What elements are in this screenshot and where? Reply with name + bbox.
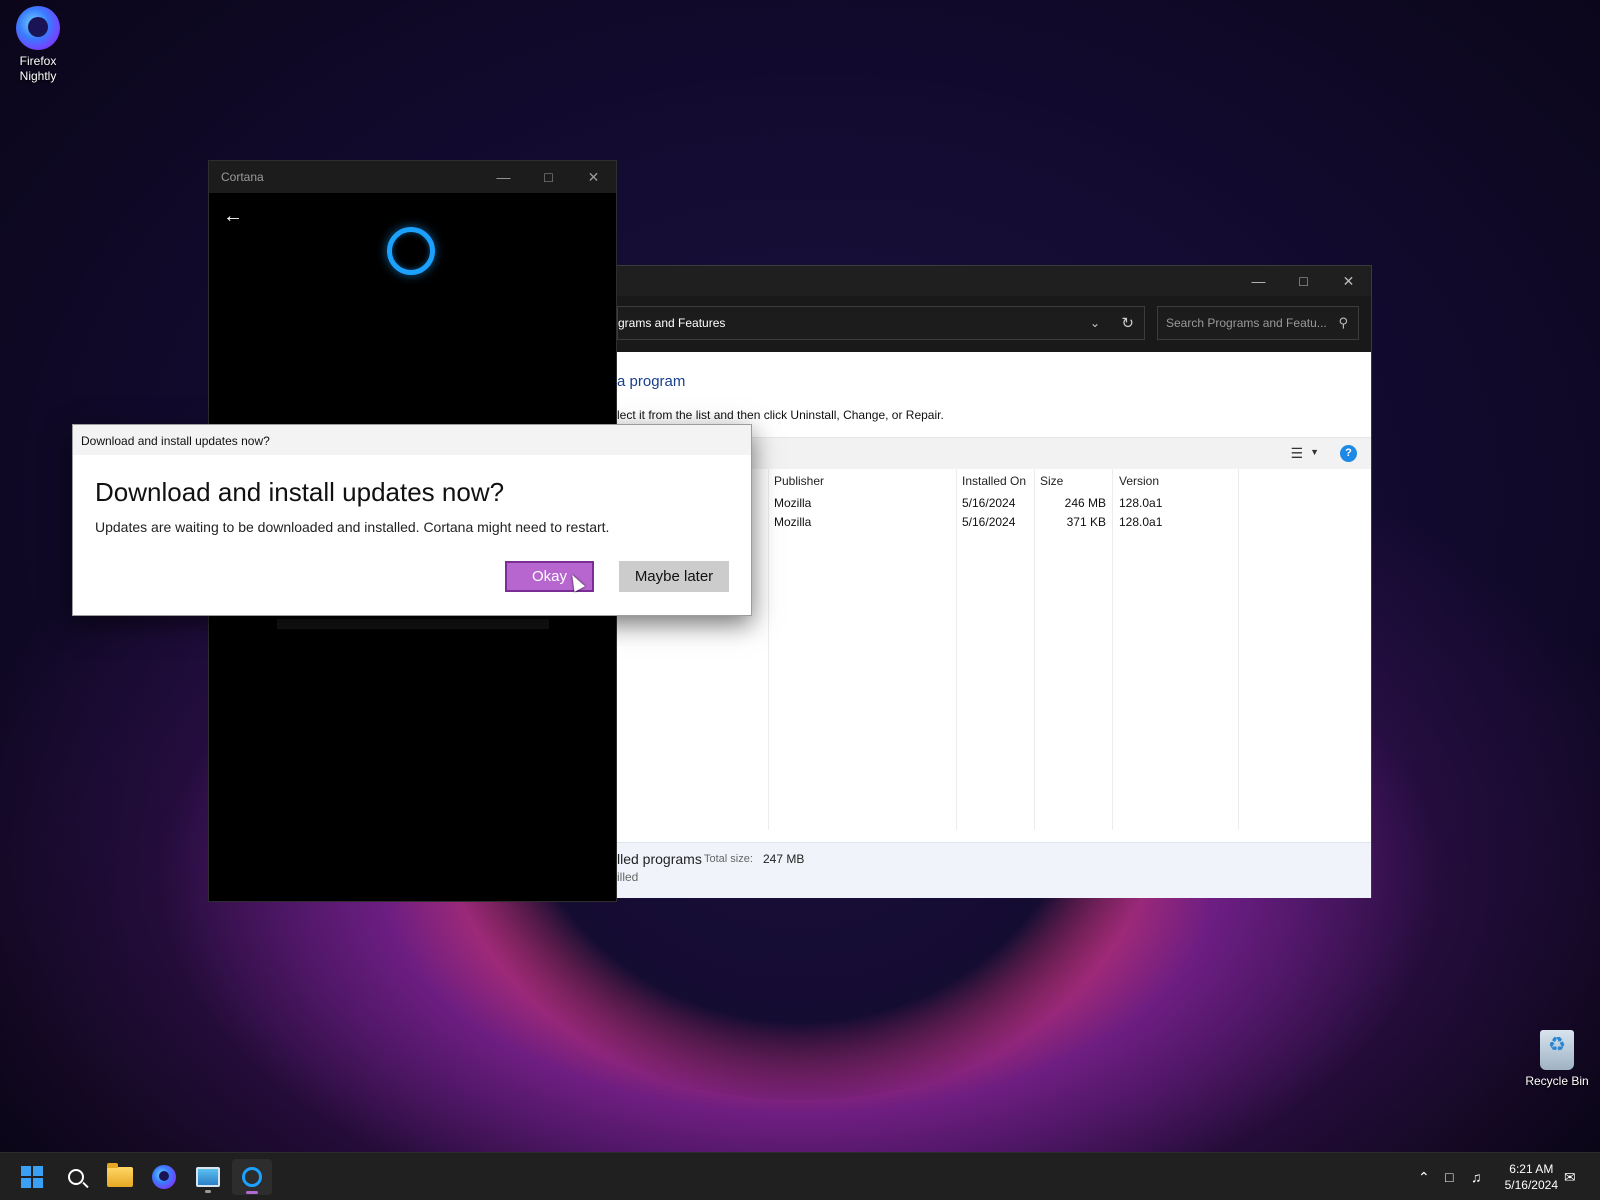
notification-center-button[interactable]: ✉ [1564,1153,1576,1200]
back-arrow-icon[interactable]: ← [223,205,243,228]
taskbar-clock[interactable]: 6:21 AM 5/16/2024 [1505,1161,1558,1193]
desktop-icon-label: Firefox Nightly [19,54,57,83]
update-dialog: Download and install updates now? Downlo… [72,424,752,616]
control-panel-icon [196,1167,220,1187]
column-header-size[interactable]: Size [1040,474,1063,488]
total-size-label: Total size: [704,853,753,865]
taskbar: ⌃ □ ♫ 6:21 AM 5/16/2024 ✉ [0,1152,1600,1200]
view-dropdown-icon[interactable]: ▼ [1310,447,1319,457]
taskbar-firefox-nightly[interactable] [144,1159,184,1195]
cortana-content-bar [277,619,549,629]
cell-publisher: Mozilla [774,496,812,510]
minimize-icon[interactable]: — [481,169,526,186]
taskbar-cortana[interactable] [232,1159,272,1195]
taskbar-control-panel[interactable] [188,1159,228,1195]
maybe-later-button[interactable]: Maybe later [619,561,729,592]
cortana-icon [242,1167,262,1187]
volume-status[interactable]: ♫ [1471,1153,1482,1200]
search-placeholder: Search Programs and Featu... [1166,316,1327,330]
running-indicator [205,1190,211,1193]
address-bar-area: grams and Features ⌄ ↻ Search Programs a… [617,296,1371,352]
windows-logo-icon [21,1166,43,1188]
cell-version: 128.0a1 [1119,515,1163,529]
installed-programs-label: lled programs [617,851,702,867]
window-title: Cortana [221,170,264,184]
clock-date: 5/16/2024 [1504,1178,1558,1192]
column-header-installed-on[interactable]: Installed On [962,474,1026,488]
desktop-icon-label: Recycle Bin [1525,1074,1589,1088]
window-titlebar: — □ ✕ [617,266,1371,296]
cell-installed-on: 5/16/2024 [962,496,1016,510]
notification-icon: ✉ [1564,1168,1576,1185]
cell-size: 246 MB [1064,496,1106,510]
search-icon [68,1169,84,1185]
clock-time: 6:21 AM [1509,1162,1554,1176]
column-divider [768,469,769,830]
desktop-icon-firefox-nightly[interactable]: Firefox Nightly [10,6,66,84]
cortana-ring-icon [387,227,435,275]
volume-muted-icon: ♫ [1471,1169,1482,1185]
firefox-nightly-icon [152,1165,176,1189]
column-header-version[interactable]: Version [1119,474,1159,488]
folder-icon [107,1163,133,1187]
column-divider [1112,469,1113,830]
active-indicator [246,1191,258,1194]
view-options-icon[interactable]: ☰ [1290,445,1303,462]
desktop-icon-recycle-bin[interactable]: Recycle Bin [1522,1030,1592,1089]
address-bar[interactable]: grams and Features ⌄ ↻ [617,306,1145,340]
search-input[interactable]: Search Programs and Featu... ⚲ [1157,306,1359,340]
dialog-heading: Download and install updates now? [95,477,505,507]
cell-version: 128.0a1 [1119,496,1163,510]
firefox-nightly-icon [16,6,60,50]
column-header-publisher[interactable]: Publisher [774,474,824,488]
dialog-message: Updates are waiting to be downloaded and… [95,519,610,535]
breadcrumb[interactable]: grams and Features [618,316,725,330]
taskbar-search-button[interactable] [56,1159,96,1195]
installed-count-label: illed [617,870,639,884]
help-icon[interactable]: ? [1340,445,1357,462]
dialog-titlebar: Download and install updates now? [73,425,751,455]
chevron-down-icon[interactable]: ⌄ [1090,316,1100,330]
maximize-icon[interactable]: □ [1281,273,1326,289]
column-divider [1034,469,1035,830]
maximize-icon[interactable]: □ [526,169,571,186]
network-icon: □ [1445,1169,1454,1185]
instruction-text: lect it from the list and then click Uni… [617,408,944,422]
search-icon[interactable]: ⚲ [1338,315,1348,331]
show-hidden-icons-button[interactable]: ⌃ [1418,1153,1430,1200]
chevron-up-icon: ⌃ [1418,1168,1430,1185]
total-size-value: 247 MB [763,852,805,866]
close-icon[interactable]: ✕ [1326,273,1371,290]
page-title: a program [617,373,686,390]
close-icon[interactable]: ✕ [571,169,616,186]
window-titlebar: Cortana — □ ✕ [209,161,616,193]
network-status[interactable]: □ [1445,1153,1453,1200]
minimize-icon[interactable]: — [1236,273,1281,289]
column-divider [1238,469,1239,830]
cell-installed-on: 5/16/2024 [962,515,1016,529]
start-button[interactable] [12,1159,52,1195]
cell-size: 371 KB [1066,515,1106,529]
column-divider [956,469,957,830]
taskbar-file-explorer[interactable] [100,1159,140,1195]
cell-publisher: Mozilla [774,515,812,529]
refresh-icon[interactable]: ↻ [1121,314,1134,332]
details-footer: lled programs Total size: 247 MB illed [617,842,1371,898]
recycle-bin-icon [1540,1030,1574,1070]
